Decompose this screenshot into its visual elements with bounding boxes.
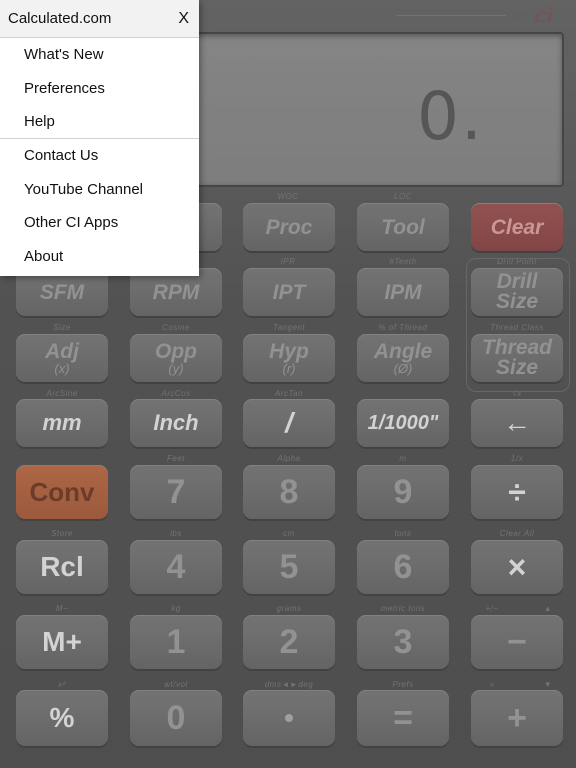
menu-item-contact-us[interactable]: Contact Us	[0, 139, 199, 172]
menu-item-about[interactable]: About	[0, 239, 199, 272]
menu-title: Calculated.com	[8, 10, 112, 27]
menu-item-youtube-channel[interactable]: YouTube Channel	[0, 173, 199, 206]
close-icon[interactable]: X	[178, 10, 189, 28]
menu-item-help[interactable]: Help	[0, 105, 199, 138]
menu-header: Calculated.com X	[0, 0, 199, 38]
menu-item-whats-new[interactable]: What's New	[0, 38, 199, 71]
menu-item-other-ci-apps[interactable]: Other CI Apps	[0, 206, 199, 239]
menu-item-preferences[interactable]: Preferences	[0, 71, 199, 104]
dropdown-menu: Calculated.com X What's New Preferences …	[0, 0, 199, 276]
